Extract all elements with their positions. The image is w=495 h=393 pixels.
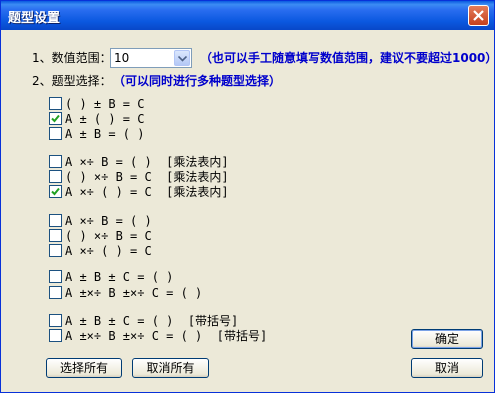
option-label: A ×÷ ( ) = C [65,244,152,258]
checkbox[interactable] [49,112,62,125]
option-label: A ± B = ( ) [65,127,145,141]
select-all-button[interactable]: 选择所有 [46,358,122,378]
option-label: A ± ( ) = C [65,112,145,126]
ok-button[interactable]: 确定 [411,329,483,349]
deselect-all-button[interactable]: 取消所有 [132,358,209,378]
dropdown-button[interactable] [174,50,190,66]
checkbox[interactable] [49,185,62,198]
option-label: A ± B ± C = ( ) [65,270,174,284]
option-label: A ± B ± C = ( ) [带括号] [65,314,239,328]
types-label: 2、题型选择： [32,74,112,88]
types-hint: （可以同时进行多种题型选择） [113,74,282,88]
checkmark-icon [51,114,60,123]
option-label: A ×÷ B = ( ) [乘法表内] [65,155,229,169]
title-bar[interactable]: 题型设置 [1,1,494,30]
checkbox[interactable] [49,127,62,140]
checkbox[interactable] [49,155,62,168]
close-button[interactable] [468,5,489,26]
dialog-window: 题型设置 1、数值范围： 10 （也可以手工随意填写数值范围，建议不要超过100… [0,0,495,393]
option-label: ( ) ± B = C [65,97,145,111]
option-label: A ×÷ B = ( ) [65,214,152,228]
range-combobox[interactable]: 10 [110,48,192,68]
checkbox[interactable] [49,286,62,299]
checkbox[interactable] [49,329,62,342]
option-label: A ×÷ ( ) = C [乘法表内] [65,185,229,199]
checkmark-icon [51,187,60,196]
checkbox[interactable] [49,314,62,327]
checkbox[interactable] [49,229,62,242]
option-label: A ±×÷ B ±×÷ C = ( ) [带括号] [65,329,268,343]
range-hint: （也可以手工随意填写数值范围，建议不要超过1000） [200,51,495,65]
checkbox[interactable] [49,244,62,257]
range-value[interactable]: 10 [114,51,129,65]
option-label: ( ) ×÷ B = C [65,229,152,243]
checkbox[interactable] [49,97,62,110]
checkbox[interactable] [49,214,62,227]
option-label: ( ) ×÷ B = C [乘法表内] [65,170,229,184]
cancel-button[interactable]: 取消 [411,358,483,378]
option-label: A ±×÷ B ±×÷ C = ( ) [65,286,203,300]
window-title: 题型设置 [8,11,61,26]
chevron-down-icon [178,56,187,62]
checkbox[interactable] [49,170,62,183]
close-icon [473,10,484,21]
range-label: 1、数值范围： [32,51,112,65]
checkbox[interactable] [49,270,62,283]
